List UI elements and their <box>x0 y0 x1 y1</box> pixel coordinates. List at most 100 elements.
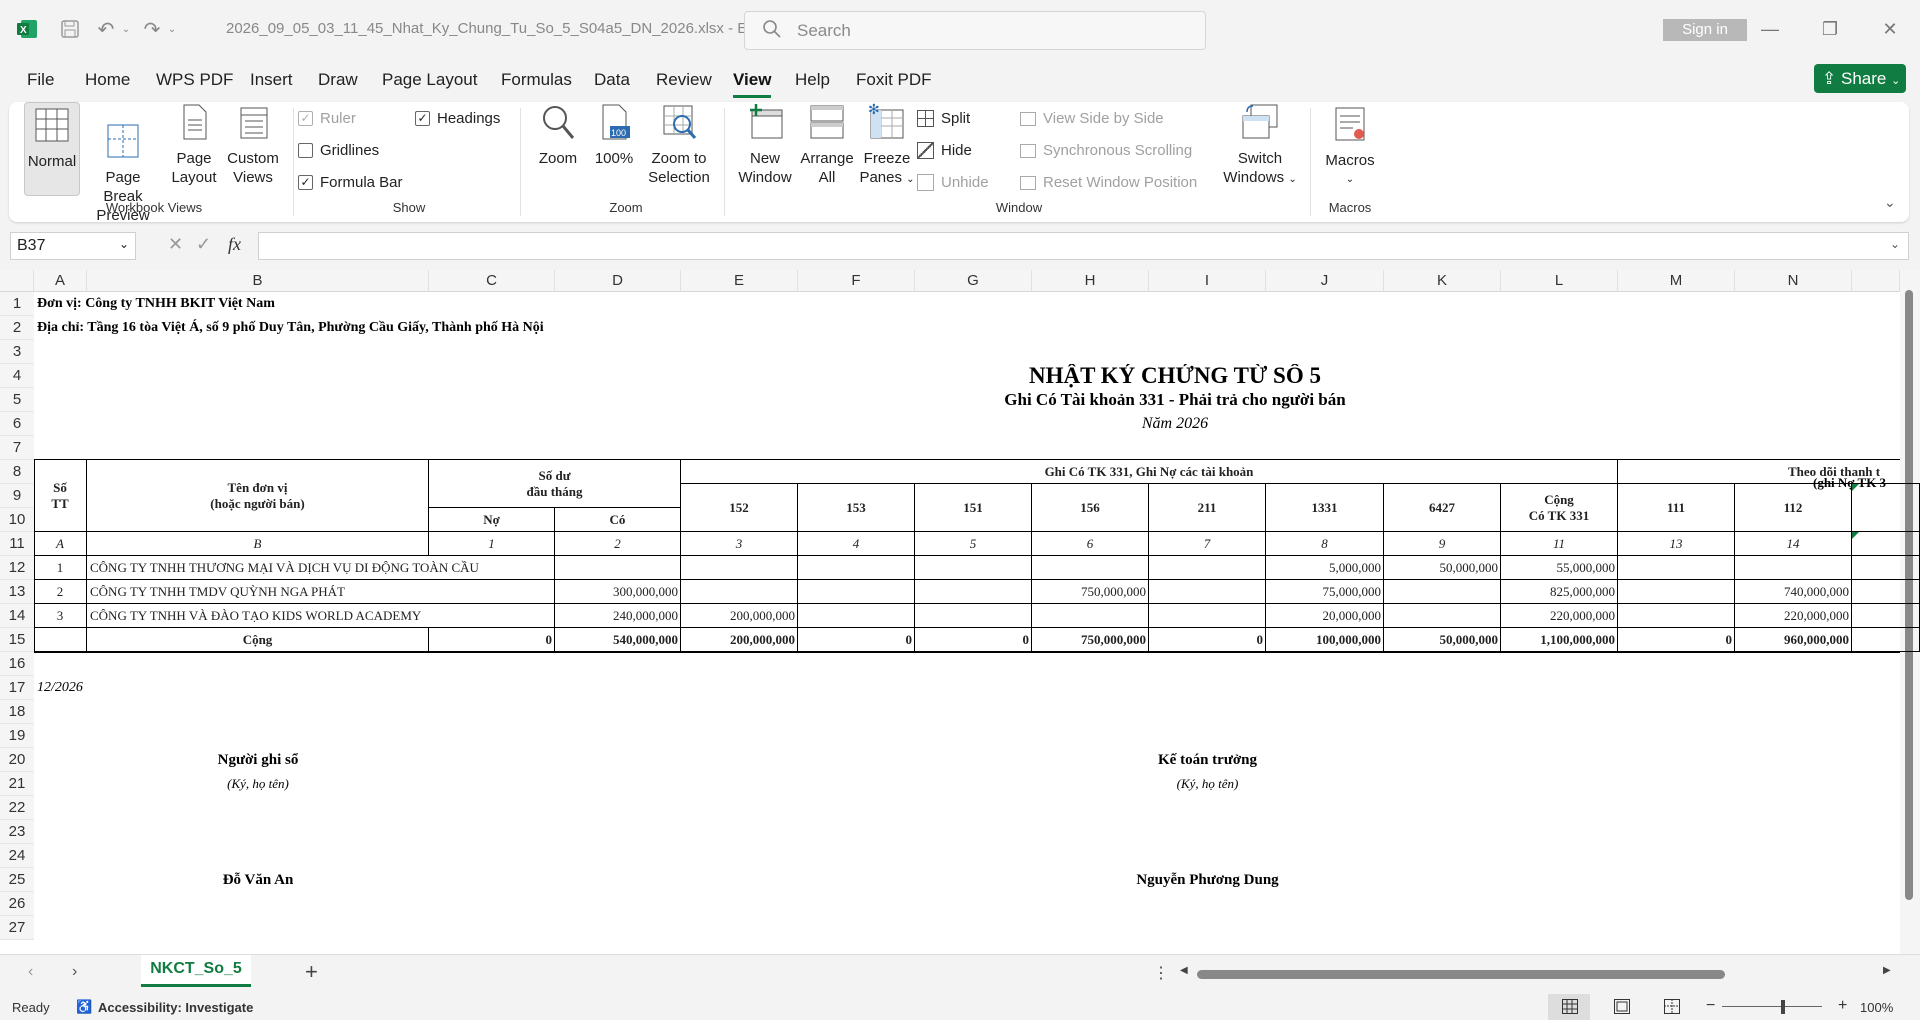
row-header-5[interactable]: 5 <box>0 388 34 412</box>
row-value-a6427[interactable]: 50,000,000 <box>1384 556 1501 580</box>
row-value-a156[interactable] <box>1032 604 1149 628</box>
row-value-a6427[interactable] <box>1384 580 1501 604</box>
page-break-preview-button[interactable]: Page Break Preview <box>85 102 161 244</box>
row-value-extra[interactable] <box>1852 580 1920 604</box>
tab-view[interactable]: View <box>733 70 772 98</box>
row-value-extra[interactable] <box>1852 556 1920 580</box>
row-value-a211[interactable] <box>1149 556 1266 580</box>
totals-value-a6427[interactable]: 50,000,000 <box>1384 628 1501 652</box>
row-header-13[interactable]: 13 <box>0 580 34 604</box>
customize-toolbar-icon[interactable]: ⌄ <box>166 14 178 44</box>
index-cell[interactable]: A <box>34 532 87 556</box>
more-options-icon[interactable]: ⋮ <box>1153 963 1169 983</box>
column-header-h[interactable]: H <box>1032 270 1149 292</box>
row-value-a1331[interactable]: 20,000,000 <box>1266 604 1384 628</box>
formula-input[interactable]: ⌄ <box>258 232 1909 260</box>
undo-dropdown-icon[interactable]: ⌄ <box>120 14 132 44</box>
row-value-a156[interactable] <box>1032 556 1149 580</box>
column-header-b[interactable]: B <box>87 270 429 292</box>
zoom-slider[interactable] <box>1722 1006 1822 1007</box>
zoom-button[interactable]: Zoom <box>533 102 583 168</box>
tab-review[interactable]: Review <box>656 70 712 90</box>
formula-bar-checkbox[interactable]: ✓ Formula Bar <box>298 174 403 191</box>
switch-windows-button[interactable]: Switch Windows ⌄ <box>1220 102 1300 189</box>
hide-button[interactable]: Hide <box>917 142 972 159</box>
header-track-extra[interactable] <box>1852 484 1920 532</box>
row-header-10[interactable]: 10 <box>0 508 34 532</box>
row-header-25[interactable]: 25 <box>0 868 34 892</box>
row-value-total[interactable]: 220,000,000 <box>1501 604 1618 628</box>
header-debit[interactable]: Nợ <box>429 508 555 532</box>
row-value-extra[interactable] <box>1852 604 1920 628</box>
index-cell[interactable]: 2 <box>555 532 681 556</box>
index-cell[interactable]: 1 <box>429 532 555 556</box>
headings-checkbox[interactable]: ✓ Headings <box>415 110 500 127</box>
tab-formulas[interactable]: Formulas <box>501 70 572 90</box>
row-value-a152[interactable] <box>681 556 798 580</box>
header-track-account-111[interactable]: 111 <box>1618 484 1735 532</box>
totals-value-a156[interactable]: 750,000,000 <box>1032 628 1149 652</box>
totals-value-a112[interactable]: 960,000,000 <box>1735 628 1852 652</box>
header-credit[interactable]: Có <box>555 508 681 532</box>
totals-value-a111[interactable]: 0 <box>1618 628 1735 652</box>
tab-data[interactable]: Data <box>594 70 630 90</box>
row-header-26[interactable]: 26 <box>0 892 34 916</box>
row-value-a153[interactable] <box>798 604 915 628</box>
row-header-19[interactable]: 19 <box>0 724 34 748</box>
column-header-e[interactable]: E <box>681 270 798 292</box>
totals-value-a153[interactable]: 0 <box>798 628 915 652</box>
expand-formula-icon[interactable]: ⌄ <box>1890 237 1900 251</box>
row-header-22[interactable]: 22 <box>0 796 34 820</box>
row-value-a111[interactable] <box>1618 580 1735 604</box>
row-value-a153[interactable] <box>798 580 915 604</box>
row-value-co[interactable]: 300,000,000 <box>555 580 681 604</box>
header-total-331[interactable]: Cộng Có TK 331 <box>1501 484 1618 532</box>
totals-stt[interactable] <box>34 628 87 652</box>
index-cell[interactable]: 11 <box>1501 532 1618 556</box>
row-header-12[interactable]: 12 <box>0 556 34 580</box>
totals-value-a211[interactable]: 0 <box>1149 628 1266 652</box>
column-header-l[interactable]: L <box>1501 270 1618 292</box>
arrange-all-button[interactable]: Arrange All <box>795 102 859 187</box>
row-header-15[interactable]: 15 <box>0 628 34 652</box>
header-credit-331[interactable]: Ghi Có TK 331, Ghi Nợ các tài khoản <box>681 460 1618 484</box>
column-header-k[interactable]: K <box>1384 270 1501 292</box>
header-opening-balance[interactable]: Số dư đầu tháng <box>429 460 681 508</box>
restore-icon[interactable]: ❐ <box>1810 14 1850 44</box>
row-header-16[interactable]: 16 <box>0 652 34 676</box>
totals-extra[interactable] <box>1852 628 1920 652</box>
row-stt[interactable]: 1 <box>34 556 87 580</box>
save-icon[interactable] <box>58 14 82 44</box>
column-header-f[interactable]: F <box>798 270 915 292</box>
hscroll-left-icon[interactable]: ◀ <box>1180 965 1188 976</box>
column-header-c[interactable]: C <box>429 270 555 292</box>
row-value-a151[interactable] <box>915 580 1032 604</box>
row-header-27[interactable]: 27 <box>0 916 34 940</box>
row-header-7[interactable]: 7 <box>0 436 34 460</box>
totals-value-a151[interactable]: 0 <box>915 628 1032 652</box>
index-cell[interactable]: 7 <box>1149 532 1266 556</box>
horizontal-scrollbar-thumb[interactable] <box>1197 970 1725 979</box>
row-value-a151[interactable] <box>915 604 1032 628</box>
accessibility-status[interactable]: Accessibility: Investigate <box>98 1000 253 1015</box>
row-header-11[interactable]: 11 <box>0 532 34 556</box>
row-header-18[interactable]: 18 <box>0 700 34 724</box>
index-cell[interactable]: 9 <box>1384 532 1501 556</box>
totals-value-a1331[interactable]: 100,000,000 <box>1266 628 1384 652</box>
row-value-a1331[interactable]: 5,000,000 <box>1266 556 1384 580</box>
row-value-a112[interactable]: 220,000,000 <box>1735 604 1852 628</box>
row-header-23[interactable]: 23 <box>0 820 34 844</box>
hscroll-right-icon[interactable]: ▶ <box>1883 965 1891 976</box>
sheet-tab-nkct-so-5[interactable]: NKCT_So_5 <box>141 955 251 987</box>
insert-function-icon[interactable]: fx <box>228 234 241 255</box>
header-account-6427[interactable]: 6427 <box>1384 484 1501 532</box>
row-value-no[interactable] <box>429 556 555 580</box>
row-value-total[interactable]: 55,000,000 <box>1501 556 1618 580</box>
row-value-a152[interactable] <box>681 580 798 604</box>
header-account-153[interactable]: 153 <box>798 484 915 532</box>
column-header-g[interactable]: G <box>915 270 1032 292</box>
add-sheet-icon[interactable]: + <box>305 959 318 985</box>
row-value-a152[interactable]: 200,000,000 <box>681 604 798 628</box>
row-value-a211[interactable] <box>1149 580 1266 604</box>
column-header-n[interactable]: N <box>1735 270 1852 292</box>
